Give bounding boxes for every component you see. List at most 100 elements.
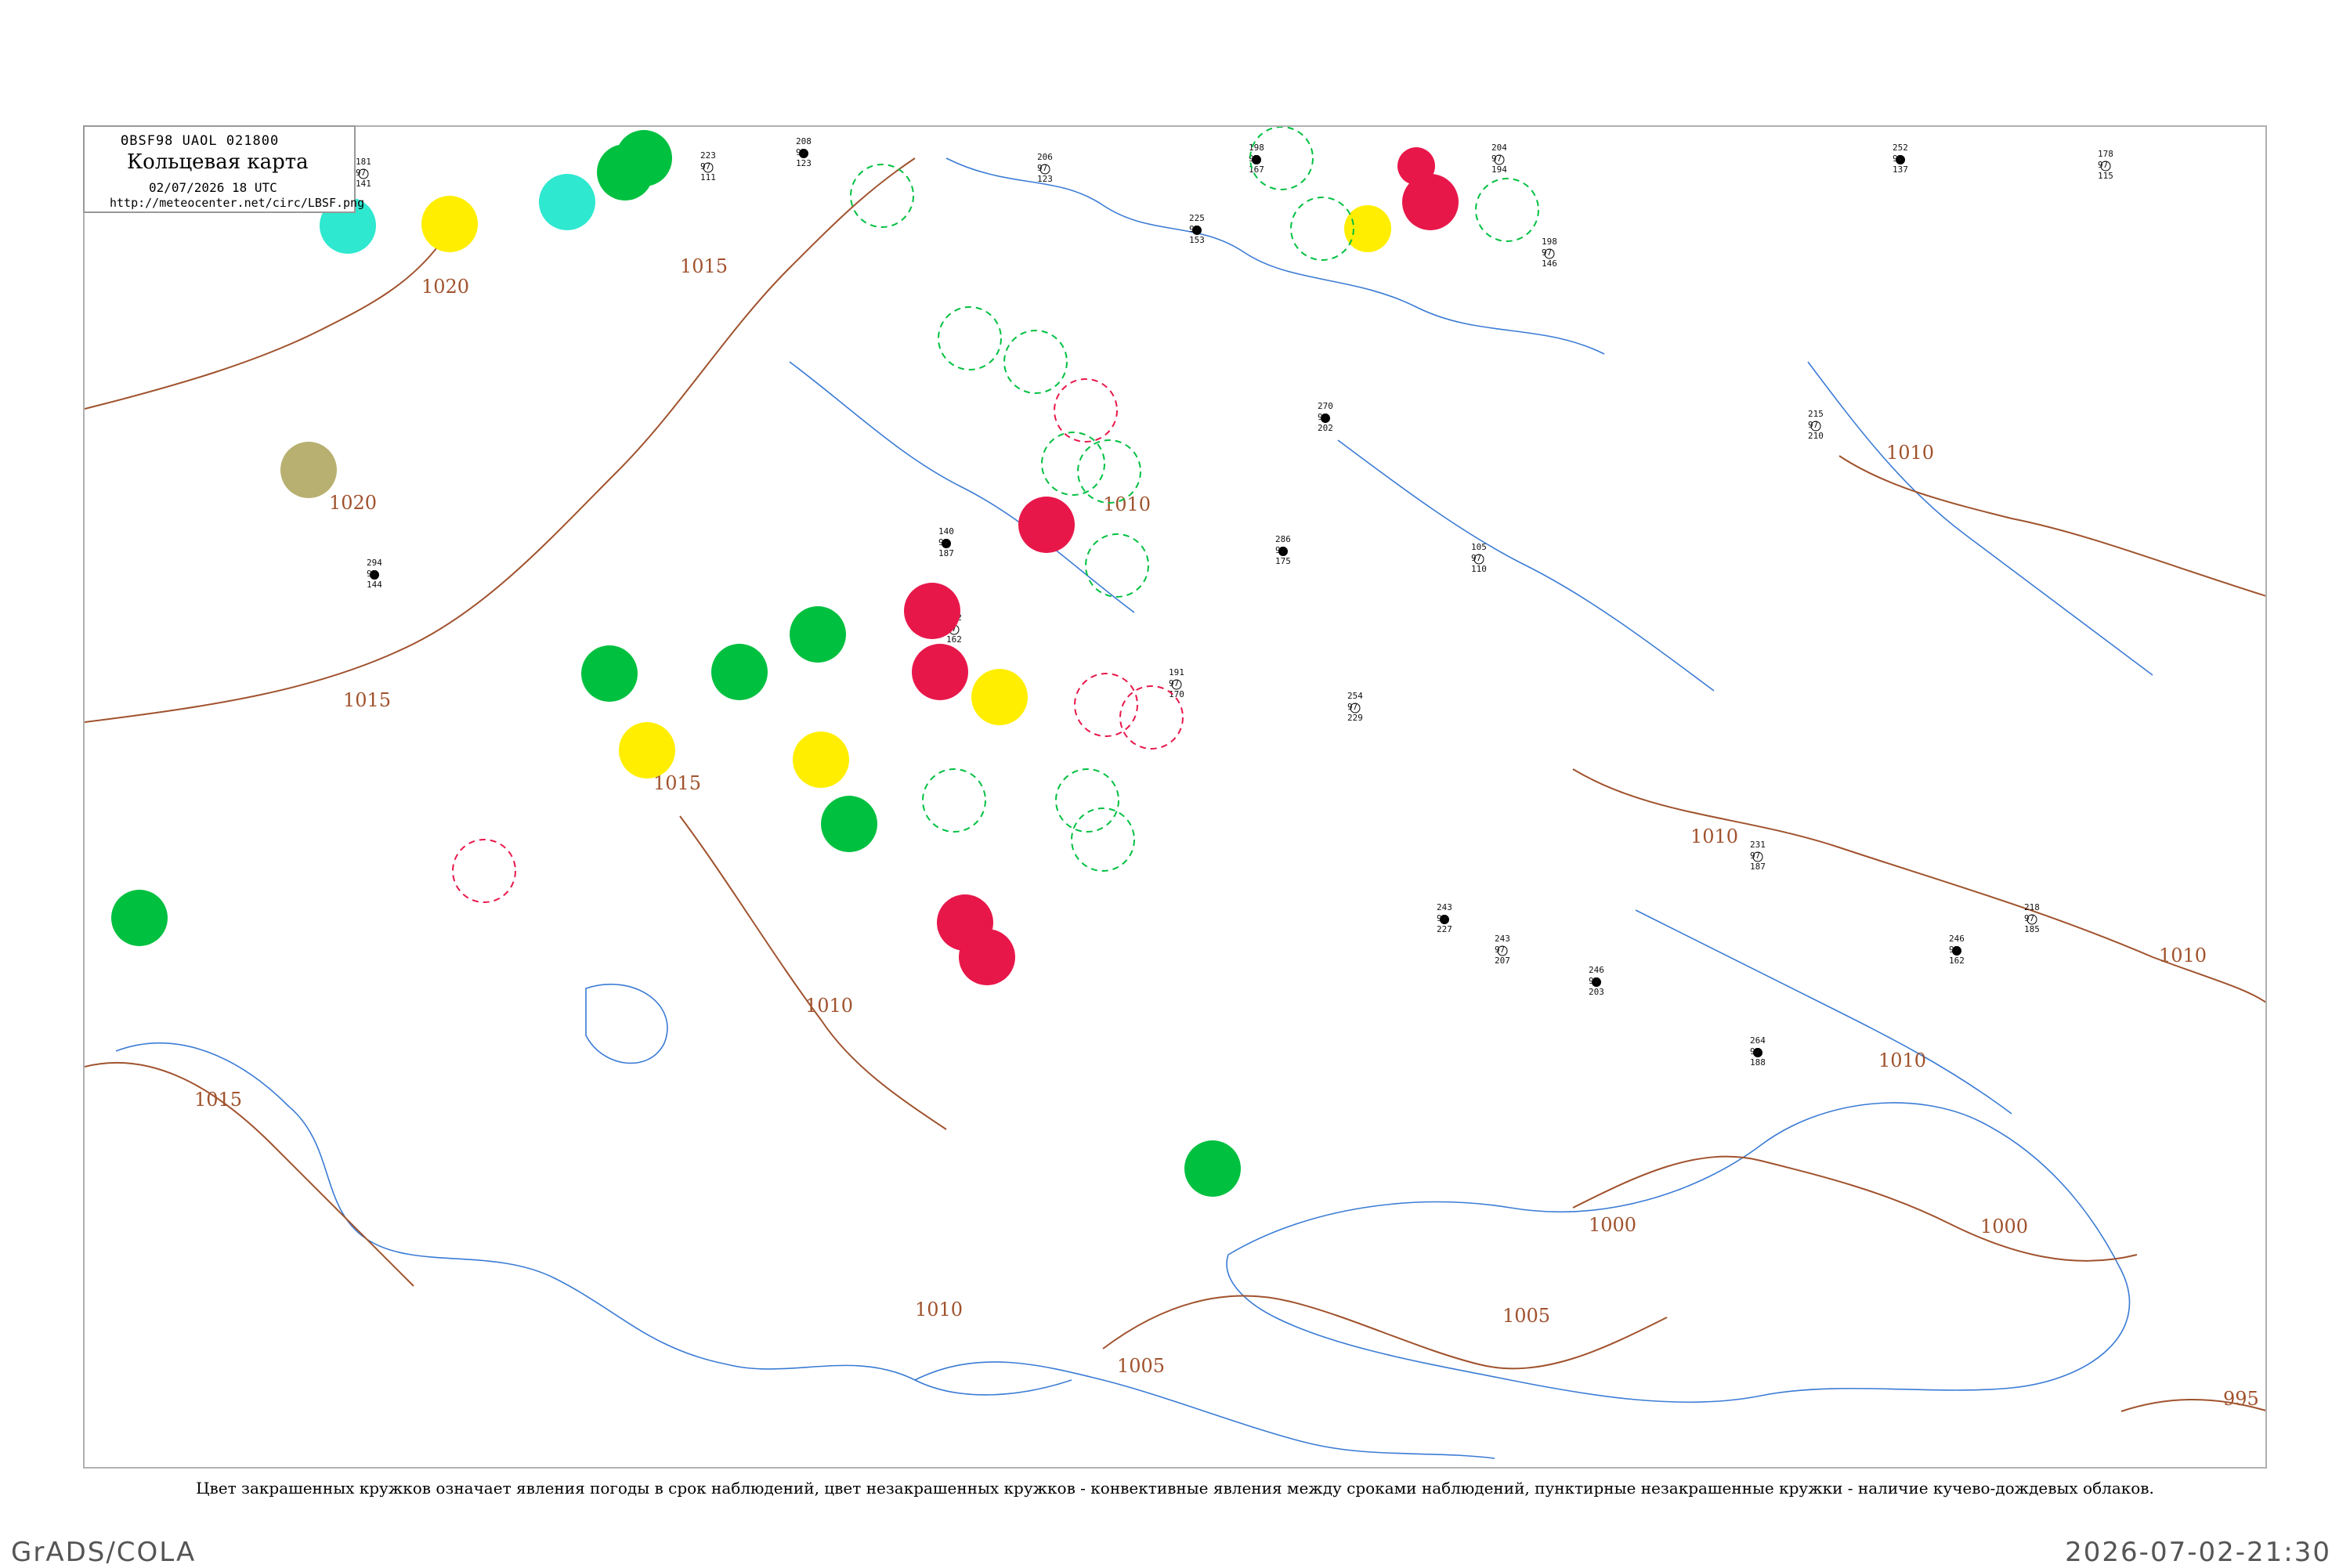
isobar-label: 995: [2223, 1388, 2259, 1410]
river-3: [1807, 361, 2153, 676]
station-pressure: 191: [1169, 667, 1184, 677]
map-date: 02/07/2026 18 UTC: [149, 180, 277, 195]
station-dewpoint: 111: [700, 172, 716, 182]
cb-cloud-ring: [1055, 768, 1119, 833]
station-pressure: 198: [1249, 143, 1264, 153]
cb-cloud-ring: [1003, 330, 1068, 394]
coastline-black-sea: [1226, 1102, 2131, 1404]
cb-cloud-ring: [1475, 178, 1539, 242]
cb-cloud-ring: [1054, 378, 1118, 443]
isobar-1010-c: [1838, 455, 2265, 597]
isobar-1010-a: [679, 815, 947, 1130]
station-pressure: 246: [1589, 965, 1604, 975]
station-pressure: 223: [700, 150, 716, 161]
weather-marker: [912, 644, 968, 700]
cb-cloud-ring: [1041, 432, 1105, 496]
station-pressure: 105: [1471, 542, 1487, 552]
station: 105 97 110: [1471, 542, 1487, 574]
station-dewpoint: 141: [356, 179, 371, 189]
station-visibility: 97: [1169, 678, 1179, 688]
station-visibility: 97: [1437, 913, 1447, 923]
station-visibility: 97: [796, 147, 806, 157]
station-dewpoint: 207: [1495, 956, 1510, 966]
station-visibility: 97: [367, 569, 377, 579]
station-visibility: 97: [1495, 945, 1505, 955]
software-credit: GrADS/COLA: [11, 1537, 197, 1568]
isobar-label: 1010: [1103, 493, 1151, 515]
isobar-label: 1010: [2159, 945, 2207, 966]
station-visibility: 97: [1275, 545, 1285, 555]
station: 204 97 194: [1491, 143, 1507, 175]
isobar-label: 1015: [194, 1089, 242, 1111]
synoptic-map: 1020 1020 1015 1015 1015 1015 1010 1010 …: [83, 125, 2267, 1469]
weather-marker: [1018, 497, 1075, 553]
station-dewpoint: 137: [1893, 164, 1908, 175]
coastline-west: [115, 1042, 1072, 1396]
station-visibility: 97: [1589, 976, 1599, 986]
station-pressure: 286: [1275, 534, 1291, 544]
station-pressure: 208: [796, 136, 812, 146]
station: 206 97 123: [1037, 152, 1053, 184]
station-pressure: 218: [2024, 902, 2040, 912]
station-visibility: 97: [1750, 1046, 1760, 1057]
station-dewpoint: 210: [1808, 431, 1824, 441]
map-canvas: 1020 1020 1015 1015 1015 1015 1010 1010 …: [85, 127, 2265, 1459]
map-caption: Цвет закрашенных кружков означает явлени…: [196, 1479, 2154, 1498]
weather-marker: [821, 796, 877, 852]
render-timestamp: 2026-07-02-21:30: [2065, 1537, 2331, 1568]
station-pressure: 178: [2098, 149, 2113, 159]
station: 198 97 146: [1542, 237, 1557, 269]
stations: 198 97 126 181 97 141 131 97 154 223 97 …: [202, 136, 2113, 1068]
station-visibility: 97: [1893, 154, 1903, 164]
weather-marker: [581, 645, 638, 702]
station-dewpoint: 188: [1750, 1057, 1766, 1068]
station-dewpoint: 110: [1471, 564, 1487, 574]
station-pressure: 243: [1495, 934, 1510, 944]
station-dewpoint: 187: [1750, 862, 1766, 872]
weather-marker: [421, 196, 478, 252]
cb-cloud-ring: [452, 839, 516, 903]
isobar-label: 1005: [1117, 1355, 1165, 1377]
weather-marker: [111, 890, 168, 946]
station: 225 97 153: [1189, 213, 1205, 245]
station-pressure: 254: [1347, 691, 1363, 701]
station-visibility: 97: [1491, 154, 1502, 164]
isobar-label: 1010: [805, 995, 853, 1017]
station-pressure: 243: [1437, 902, 1452, 912]
isobar-labels: 1020 1020 1015 1015 1015 1015 1010 1010 …: [194, 255, 2259, 1410]
station: 218 97 185: [2024, 902, 2040, 934]
weather-marker: [959, 929, 1015, 985]
weather-marker: [619, 722, 675, 779]
map-code: ΘBSF98 UAOL 021800: [121, 133, 280, 149]
station: 243 97 207: [1495, 934, 1510, 966]
station-dewpoint: 146: [1542, 258, 1557, 269]
station-pressure: 246: [1949, 934, 1965, 944]
isobar-label: 1015: [680, 255, 728, 277]
station: 191 97 170: [1169, 667, 1184, 699]
station-dewpoint: 229: [1347, 713, 1363, 723]
station: 286 97 175: [1275, 534, 1291, 566]
isobar-1005: [1102, 1295, 1668, 1370]
isobar-label: 1005: [1502, 1305, 1550, 1327]
lake-1: [585, 984, 668, 1064]
weather-marker: [597, 144, 653, 201]
map-legend-box: ΘBSF98 UAOL 021800 Кольцевая карта 02/07…: [83, 125, 364, 213]
station-dewpoint: 194: [1491, 164, 1507, 175]
map-url: http://meteocenter.net/circ/LBSF.png: [110, 196, 365, 210]
station-visibility: 97: [2098, 160, 2108, 170]
station-pressure: 264: [1750, 1035, 1766, 1046]
station-dewpoint: 123: [796, 158, 812, 168]
isobar-1020: [85, 236, 446, 410]
weather-marker: [904, 583, 960, 639]
cb-cloud-ring: [938, 306, 1002, 370]
station-dewpoint: 153: [1189, 235, 1205, 245]
station: 252 97 137: [1893, 143, 1908, 175]
station-visibility: 97: [938, 537, 949, 547]
station-dewpoint: 115: [2098, 171, 2113, 181]
isobar-label: 1010: [1690, 826, 1738, 847]
isobar-label: 1015: [343, 689, 391, 711]
station-visibility: 97: [1189, 224, 1199, 234]
weather-marker: [971, 669, 1028, 725]
weather-marker: [790, 606, 846, 663]
isobar-1010-b: [1572, 768, 2265, 1003]
